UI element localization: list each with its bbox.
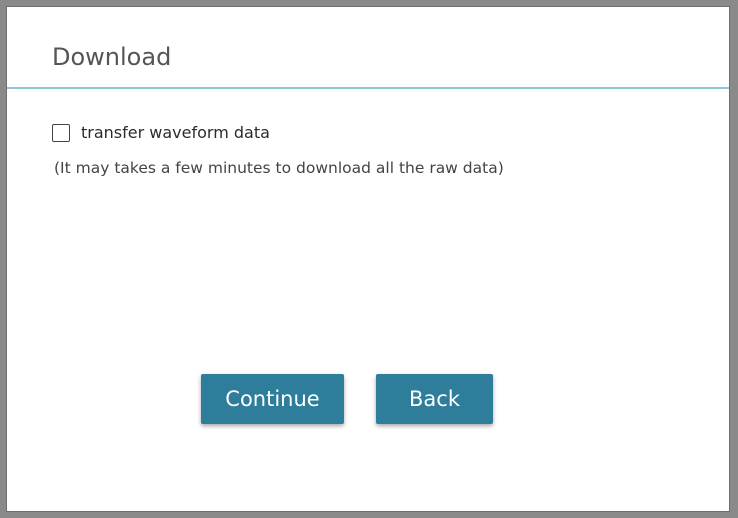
continue-button[interactable]: Continue <box>201 374 344 424</box>
transfer-waveform-checkbox[interactable] <box>52 123 70 142</box>
transfer-waveform-option[interactable]: transfer waveform data <box>52 123 270 142</box>
dialog-header: Download <box>7 7 729 89</box>
dialog-title: Download <box>52 43 172 71</box>
back-button[interactable]: Back <box>376 374 493 424</box>
download-dialog: Download transfer waveform data (It may … <box>6 6 730 512</box>
download-hint-text: (It may takes a few minutes to download … <box>54 159 504 177</box>
transfer-waveform-label[interactable]: transfer waveform data <box>81 123 270 142</box>
